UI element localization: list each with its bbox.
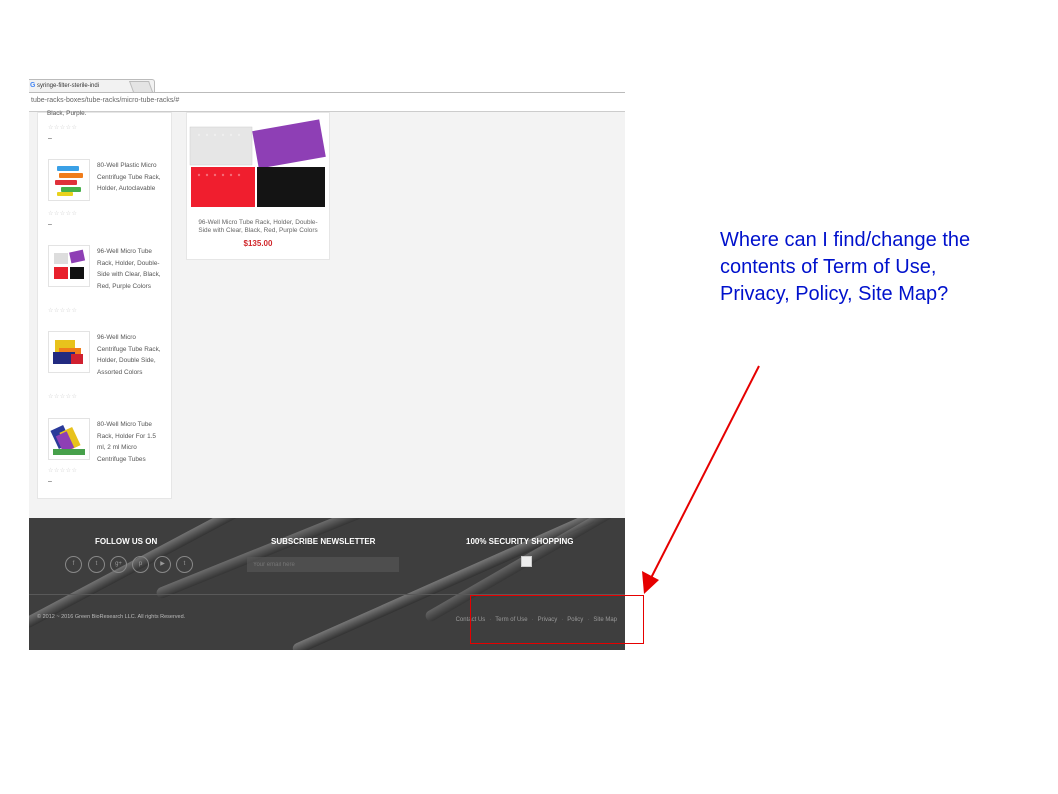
product-thumbnail[interactable] xyxy=(48,159,90,201)
rating-stars: ☆☆☆☆☆ xyxy=(48,125,78,131)
rating-stars: ☆☆☆☆☆ xyxy=(48,394,78,400)
product-thumbnail[interactable] xyxy=(48,418,90,460)
product-name[interactable]: 80-Well Plastic Micro Centrifuge Tube Ra… xyxy=(97,160,161,195)
tab-title: syringe-filter-sterile-indi xyxy=(37,83,100,89)
twitter-icon[interactable]: t xyxy=(88,556,105,573)
rating-stars: ☆☆☆☆☆ xyxy=(48,211,78,217)
page-screenshot: G syringe-filter-sterile-indi ✕ tube-rac… xyxy=(29,78,625,650)
google-plus-icon[interactable]: g+ xyxy=(110,556,127,573)
highlight-box xyxy=(470,595,644,644)
rating-stars: ☆☆☆☆☆ xyxy=(48,468,78,474)
price-dash: – xyxy=(48,221,52,228)
follow-us-heading: FOLLOW US ON xyxy=(95,537,158,546)
tumblr-icon[interactable]: t xyxy=(176,556,193,573)
product-title[interactable]: 96-Well Micro Tube Rack, Holder, Double-… xyxy=(193,219,323,234)
product-image xyxy=(189,119,326,207)
product-price: $135.00 xyxy=(243,239,273,248)
tube-rack-image xyxy=(55,166,83,196)
browser-tab-bar: G syringe-filter-sterile-indi ✕ xyxy=(29,78,625,93)
copyright-text: © 2012 ~ 2016 Green BioResearch LLC. All… xyxy=(37,614,186,620)
product-thumbnail[interactable] xyxy=(48,245,90,287)
sidebar-product-list: Black, Purple. ☆☆☆☆☆ – 80-Well Plastic M… xyxy=(37,110,172,499)
security-heading: 100% SECURITY SHOPPING xyxy=(466,537,574,546)
product-name[interactable]: 96-Well Micro Tube Rack, Holder, Double-… xyxy=(97,246,161,292)
product-name[interactable]: 80-Well Micro Tube Rack, Holder For 1.5 … xyxy=(97,419,163,465)
product-name-fragment[interactable]: Black, Purple. xyxy=(47,108,86,120)
address-bar[interactable]: tube-racks-boxes/tube-racks/micro-tube-r… xyxy=(29,93,625,112)
product-thumbnail[interactable] xyxy=(48,331,90,373)
newsletter-email-input[interactable] xyxy=(247,557,399,572)
annotation-question: Where can I find/change the contents of … xyxy=(720,229,971,305)
product-card[interactable]: 96-Well Micro Tube Rack, Holder, Double-… xyxy=(186,112,330,260)
tube-rack-image xyxy=(54,249,86,279)
price-dash: – xyxy=(48,135,52,142)
facebook-icon[interactable]: f xyxy=(65,556,82,573)
url-text: tube-racks-boxes/tube-racks/micro-tube-r… xyxy=(31,97,180,104)
product-name-text: 96-Well Micro Tube Rack, Holder, Double-… xyxy=(97,248,161,290)
product-name[interactable]: 96-Well Micro Centrifuge Tube Rack, Hold… xyxy=(97,332,163,378)
new-tab-button[interactable] xyxy=(128,81,154,92)
rating-stars: ☆☆☆☆☆ xyxy=(48,308,78,314)
product-name-text: 80-Well Micro Tube Rack, Holder For 1.5 … xyxy=(97,421,156,463)
price-dash: – xyxy=(48,478,52,485)
newsletter-heading: SUBSCRIBE NEWSLETTER xyxy=(271,537,376,546)
google-favicon-icon: G xyxy=(30,82,36,89)
broken-image-icon xyxy=(521,556,532,567)
tube-rack-image xyxy=(50,424,85,455)
pinterest-icon[interactable]: p xyxy=(132,556,149,573)
tube-rack-image xyxy=(53,340,83,364)
product-name-text: 96-Well Micro Centrifuge Tube Rack, Hold… xyxy=(97,334,161,376)
youtube-icon[interactable]: ▶ xyxy=(154,556,171,573)
